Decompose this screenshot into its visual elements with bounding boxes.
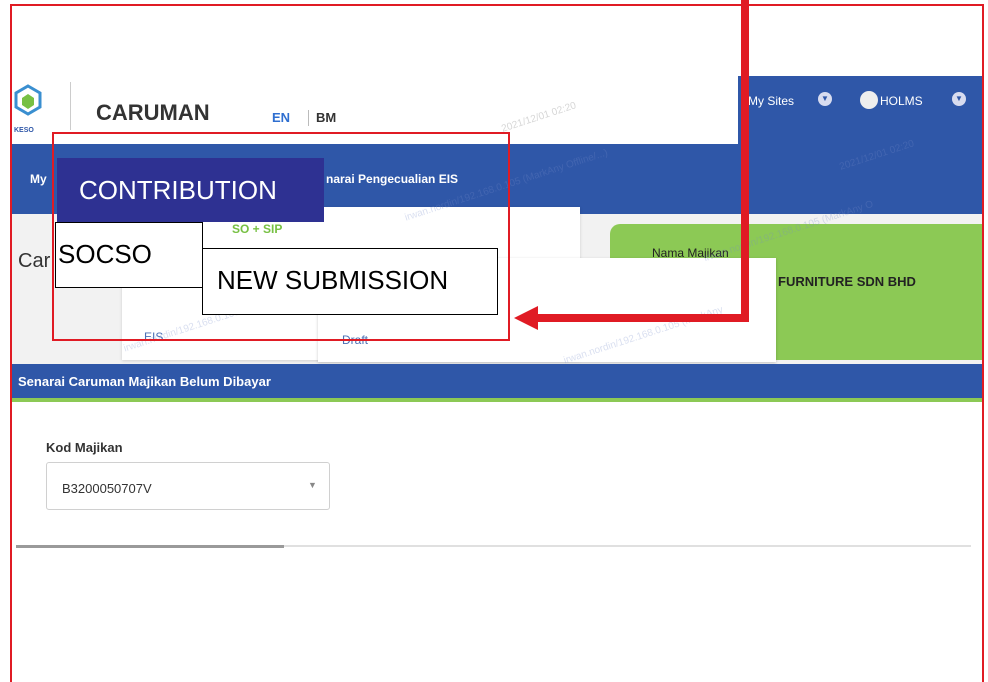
annotation-arrow-shaft-vertical	[741, 0, 749, 322]
lang-en-link[interactable]: EN	[272, 110, 290, 125]
list-title: Senarai Caruman Majikan Belum Dibayar	[18, 374, 271, 389]
tab-underline	[16, 545, 284, 548]
annotation-arrow-head-icon	[514, 306, 538, 330]
caret-down-icon: ▼	[308, 480, 317, 490]
my-sites-menu[interactable]: My Sites	[748, 94, 794, 108]
page-title: Car	[18, 250, 51, 272]
user-toolbar	[738, 76, 982, 144]
annotation-socso-label: SOCSO	[55, 222, 203, 288]
chevron-down-icon[interactable]: ▼	[952, 92, 966, 106]
lang-separator	[308, 110, 309, 126]
user-menu[interactable]: HOLMS	[880, 94, 923, 108]
header-separator	[70, 82, 71, 130]
avatar	[860, 91, 878, 109]
kod-majikan-value: B3200050707V	[62, 481, 152, 496]
app-title: CARUMAN	[96, 100, 210, 125]
nav-item-my[interactable]: My	[30, 172, 47, 186]
top-band	[12, 6, 982, 76]
svg-text:KESO: KESO	[14, 127, 34, 134]
kod-majikan-label: Kod Majikan	[46, 440, 123, 455]
perkeso-logo-icon: KESO	[14, 84, 42, 134]
annotation-new-submission-label: NEW SUBMISSION	[202, 248, 498, 315]
lang-bm-link[interactable]: BM	[316, 110, 336, 125]
chevron-down-icon[interactable]: ▼	[818, 92, 832, 106]
employer-name-value: FURNITURE SDN BHD	[778, 274, 916, 289]
annotation-contribution-label: CONTRIBUTION	[57, 158, 324, 222]
annotation-arrow-shaft-horizontal	[536, 314, 749, 322]
